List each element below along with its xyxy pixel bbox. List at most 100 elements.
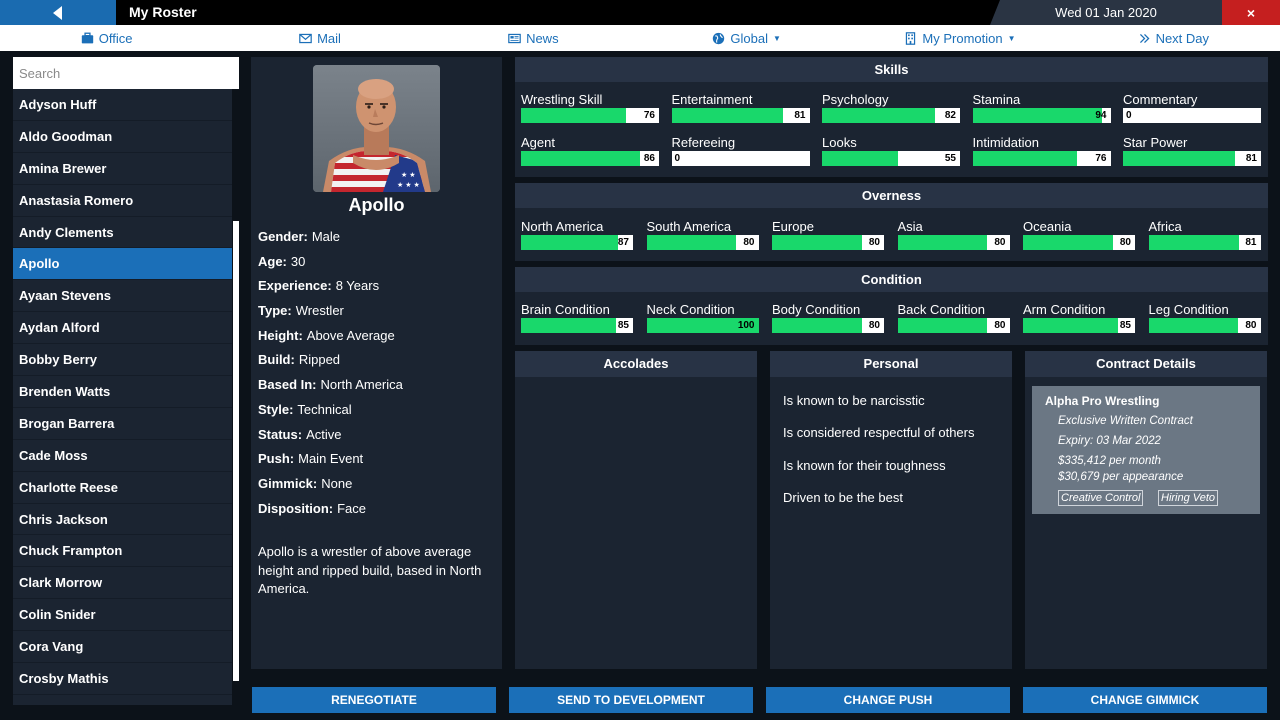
field-label: Build:: [258, 352, 295, 368]
chevron-down-icon: ▼: [1007, 33, 1016, 43]
nav-mail[interactable]: Mail: [213, 25, 426, 51]
roster-item-colin-snider[interactable]: Colin Snider: [13, 599, 232, 632]
stat-bar: 0: [671, 151, 810, 166]
scrollbar-thumb[interactable]: [233, 221, 239, 681]
roster-item-brogan-barrera[interactable]: Brogan Barrera: [13, 408, 232, 440]
roster-item-amina-brewer[interactable]: Amina Brewer: [13, 153, 232, 185]
stat-label: Wrestling Skill: [521, 92, 603, 107]
stat-bar-fill: [521, 235, 619, 250]
nav-office[interactable]: Office: [0, 25, 213, 51]
stat-bar-fill: [646, 235, 737, 250]
stat-bar: 55: [822, 151, 960, 166]
roster-item-aydan-alford[interactable]: Aydan Alford: [13, 312, 232, 345]
stat-label: Arm Condition: [1023, 302, 1106, 317]
tag-hiring-veto: Hiring Veto: [1158, 490, 1219, 506]
stat-bar: 80: [646, 235, 759, 250]
stat-bar-fill: [521, 151, 640, 166]
stat-bar-fill: [822, 151, 898, 166]
contract-appearance: $30,679 per appearance: [1058, 471, 1184, 483]
stat-bar: 81: [671, 108, 810, 123]
field-value: 8 Years: [335, 278, 380, 294]
stat-value: 76: [643, 110, 655, 121]
roster-items: Adyson Huff Aldo Goodman Amina Brewer Anast…: [13, 89, 232, 695]
nav-global[interactable]: Global ▼: [640, 25, 853, 51]
stat-value: 80: [868, 237, 880, 248]
roster-item-aldo-goodman[interactable]: Aldo Goodman: [13, 121, 232, 153]
stat-value: 80: [1119, 237, 1131, 248]
field-label: Type:: [258, 303, 292, 319]
field-label: Status:: [258, 426, 303, 442]
stat-label: Oceania: [1023, 219, 1072, 234]
personal-trait: Is known for their toughness: [783, 457, 946, 473]
stat-value: 94: [1095, 110, 1107, 121]
roster-item-charlotte-reese[interactable]: Charlotte Reese: [13, 472, 232, 504]
roster-item-adyson-huff[interactable]: Adyson Huff: [13, 89, 232, 121]
profile-field-disposition: Disposition: Face: [258, 501, 403, 526]
profile-field-experience: Experience: 8 Years: [258, 278, 403, 303]
stat-bar-fill: [671, 108, 784, 123]
roster-item-andy-clements[interactable]: Andy Clements: [13, 217, 232, 249]
nav-next-day[interactable]: Next Day: [1067, 25, 1280, 51]
roster-item-anastasia-romero[interactable]: Anastasia Romero: [13, 185, 232, 217]
briefcase-icon: [81, 32, 93, 43]
stat-value: 86: [643, 153, 655, 164]
roster-item-ayaan-stevens[interactable]: Ayaan Stevens: [13, 280, 232, 313]
close-button[interactable]: ×: [1222, 0, 1280, 25]
change-push-button[interactable]: CHANGE PUSH: [766, 687, 1010, 713]
stat-bar-fill: [972, 108, 1103, 123]
stat-bar: 86: [521, 151, 659, 166]
stat-bar: 80: [1148, 318, 1261, 333]
stat-label: North America: [521, 219, 604, 234]
roster-item-brenden-watts[interactable]: Brenden Watts: [13, 376, 232, 408]
contract-company: Alpha Pro Wrestling: [1045, 394, 1160, 408]
roster-item-crosby-mathis[interactable]: Crosby Mathis: [13, 663, 232, 695]
accolades-panel: Accolades: [515, 351, 757, 669]
roster-item-chris-jackson[interactable]: Chris Jackson: [13, 504, 232, 536]
stat-commentary: Commentary 0: [1123, 91, 1261, 123]
nav-my-promotion-label: My Promotion: [922, 30, 1003, 46]
roster-item-cora-vang[interactable]: Cora Vang: [13, 631, 232, 664]
back-arrow-icon: [53, 5, 62, 20]
roster-item-chuck-frampton[interactable]: Chuck Frampton: [13, 535, 232, 568]
roster-item-cade-moss[interactable]: Cade Moss: [13, 440, 232, 472]
field-value: None: [321, 475, 353, 491]
chevron-down-icon: ▼: [772, 33, 781, 43]
stat-value: 80: [743, 237, 755, 248]
roster-item-clark-morrow[interactable]: Clark Morrow: [13, 567, 232, 600]
roster-list: Adyson Huff Aldo Goodman Amina Brewer Anast…: [13, 89, 239, 705]
stat-value: 76: [1095, 153, 1107, 164]
field-label: Age:: [258, 253, 287, 269]
search-input[interactable]: [13, 57, 239, 89]
stat-bar: 80: [772, 318, 884, 333]
roster-scrollbar[interactable]: [232, 89, 239, 705]
svg-text:★ ★ ★: ★ ★ ★: [397, 181, 420, 189]
roster-item-bobby-berry[interactable]: Bobby Berry: [13, 344, 232, 377]
title-bar: My Roster Wed 01 Jan 2020 ×: [0, 0, 1280, 25]
overness-title: Overness: [515, 183, 1268, 208]
stat-bar-fill: [1148, 235, 1240, 250]
change-gimmick-button[interactable]: CHANGE GIMMICK: [1023, 687, 1267, 713]
roster-item-apollo[interactable]: Apollo: [13, 248, 232, 281]
stat-wrestling-skill: Wrestling Skill 76: [521, 91, 659, 123]
field-label: Gimmick:: [258, 475, 318, 491]
back-button[interactable]: [0, 0, 116, 25]
skills-panel: Skills Wrestling Skill 76 Entertainment 81 P…: [515, 57, 1268, 177]
stat-bar: 80: [897, 235, 1010, 250]
contract-panel: Contract Details Alpha Pro Wrestling Exc…: [1025, 351, 1267, 669]
stat-label: Entertainment: [671, 92, 753, 107]
stat-value: 80: [868, 320, 880, 331]
stat-label: Agent: [521, 135, 555, 150]
contract-card[interactable]: Alpha Pro Wrestling Exclusive Written Co…: [1032, 386, 1260, 514]
nav-news[interactable]: News: [427, 25, 640, 51]
contract-type: Exclusive Written Contract: [1058, 415, 1193, 427]
renegotiate-button[interactable]: RENEGOTIATE: [252, 687, 496, 713]
field-label: Experience:: [258, 278, 332, 294]
stat-value: 80: [994, 320, 1006, 331]
nav-my-promotion[interactable]: My Promotion ▼: [853, 25, 1066, 51]
personal-traits: Is known to be narcisstic Is considered r…: [770, 377, 1012, 523]
profile-panel: ★ ★ ★ ★ ★ Apollo Gender: Male Age: 30 Experi…: [251, 57, 502, 669]
profile-field-build: Build: Ripped: [258, 352, 403, 377]
stat-bar: 81: [1148, 235, 1261, 250]
send-to-development-button[interactable]: SEND TO DEVELOPMENT: [509, 687, 753, 713]
field-value: Main Event: [298, 451, 364, 467]
